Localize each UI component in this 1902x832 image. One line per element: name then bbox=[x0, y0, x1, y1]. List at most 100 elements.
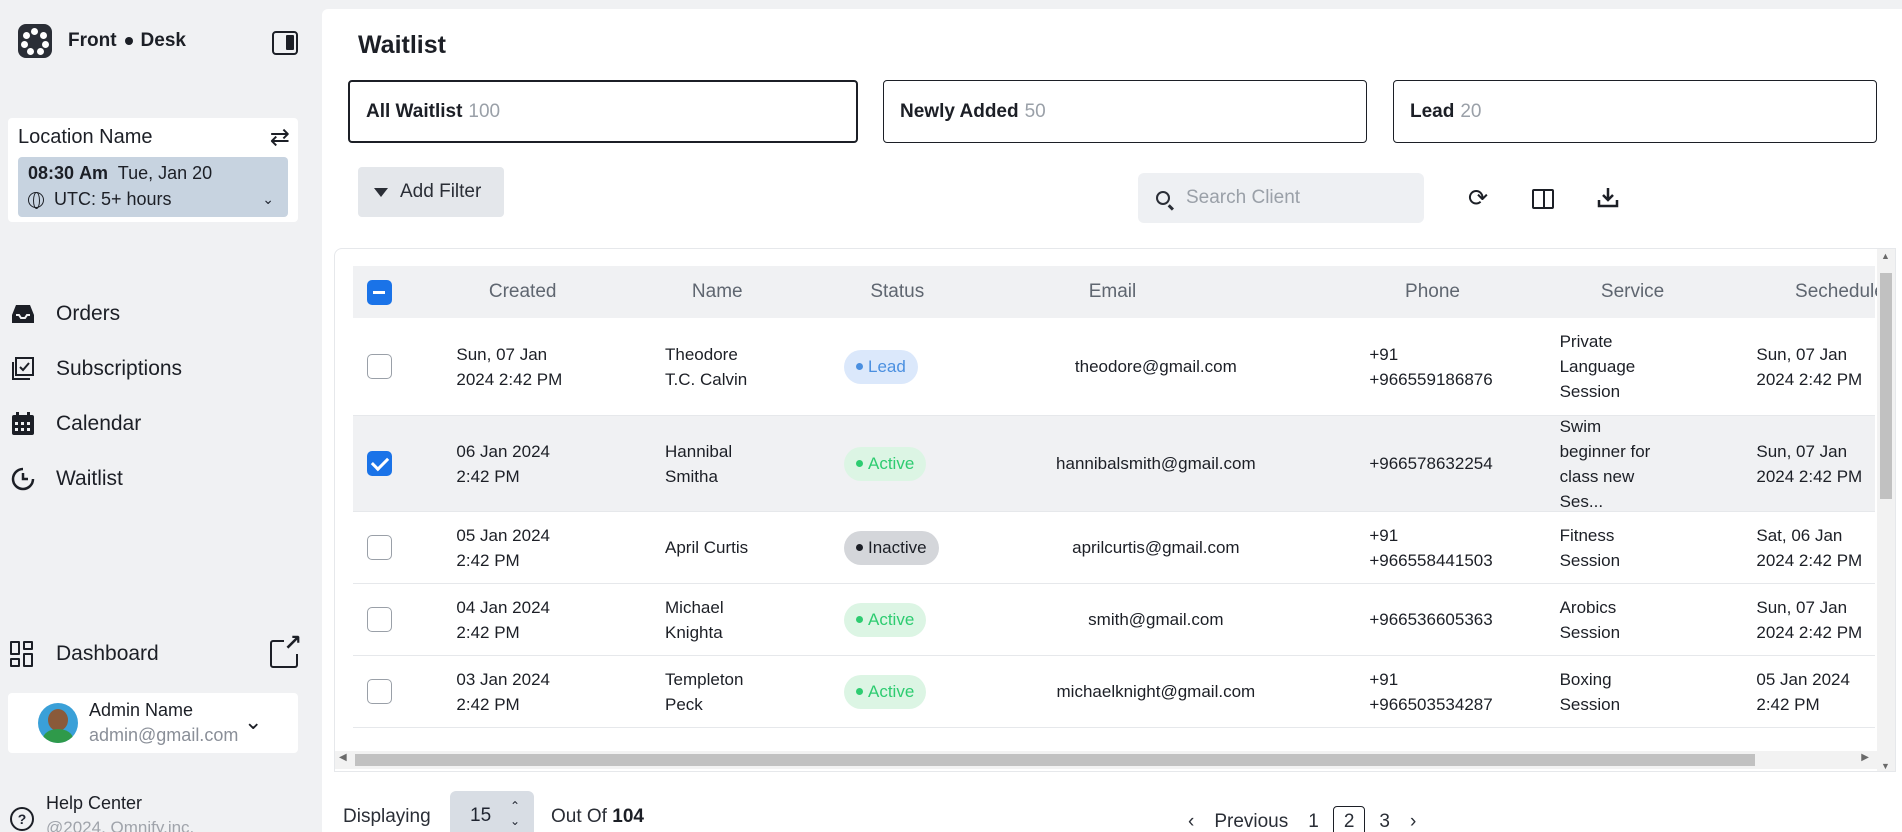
page-size-stepper[interactable]: 15 ⌃ ⌄ bbox=[450, 791, 534, 832]
stepper-arrows-icon[interactable]: ⌃ ⌄ bbox=[510, 799, 520, 829]
user-menu[interactable]: Admin Name admin@gmail.com ⌄ bbox=[8, 693, 298, 753]
external-link-icon[interactable] bbox=[270, 632, 302, 668]
sidebar-item-dashboard[interactable]: Dashboard bbox=[0, 626, 322, 681]
tab-label: Newly Added bbox=[900, 100, 1019, 122]
column-scheduled[interactable]: Secheduled bbox=[1715, 281, 1895, 303]
tab-lead[interactable]: Lead 20 bbox=[1393, 80, 1877, 143]
cell-phone: +91 +966558441503 bbox=[1369, 525, 1493, 570]
sidebar-item-calendar[interactable]: Calendar bbox=[0, 396, 322, 451]
column-email[interactable]: Email bbox=[970, 281, 1195, 303]
help-title: Help Center bbox=[46, 793, 143, 813]
globe-icon bbox=[28, 191, 44, 209]
table-row[interactable]: Sun, 07 Jan 2024 2:42 PM Theodore T.C. Ca… bbox=[353, 318, 1875, 416]
cell-phone: +91 +966503534287 bbox=[1369, 669, 1493, 714]
user-email: admin@gmail.com bbox=[89, 725, 239, 745]
chevron-down-icon[interactable]: ⌄ bbox=[262, 191, 274, 208]
row-checkbox[interactable] bbox=[367, 679, 393, 704]
select-all-checkbox[interactable] bbox=[366, 279, 392, 305]
status-badge: Active bbox=[843, 602, 927, 637]
page-1-button[interactable]: 1 bbox=[1308, 811, 1319, 832]
brand: Front Desk bbox=[18, 24, 186, 58]
filter-icon bbox=[374, 187, 388, 197]
page-3-button[interactable]: 3 bbox=[1379, 811, 1390, 832]
page-2-button[interactable]: 2 bbox=[1332, 806, 1366, 832]
row-checkbox[interactable] bbox=[367, 451, 393, 476]
refresh-icon[interactable]: ⟳ bbox=[1464, 185, 1492, 213]
cell-name: Hannibal Smitha bbox=[665, 441, 733, 486]
cell-status: Active bbox=[814, 602, 982, 637]
tab-all-waitlist[interactable]: All Waitlist 100 bbox=[348, 80, 858, 143]
cell-service: Boxing Session bbox=[1559, 669, 1621, 714]
tab-label: Lead bbox=[1410, 100, 1455, 122]
row-checkbox[interactable] bbox=[367, 535, 393, 560]
chevron-left-icon[interactable]: ‹ bbox=[1188, 811, 1194, 832]
help-center[interactable]: ? Help Center @2024, Omnify.inc. bbox=[10, 793, 194, 832]
column-phone[interactable]: Phone bbox=[1195, 281, 1510, 303]
column-created[interactable]: Created bbox=[405, 281, 610, 303]
page-size-value: 15 bbox=[470, 805, 492, 826]
sidebar-item-label: Waitlist bbox=[56, 466, 123, 490]
waitlist-icon bbox=[10, 466, 36, 492]
cell-scheduled: Sat, 06 Jan 2024 2:42 PM bbox=[1756, 525, 1863, 570]
status-badge: Active bbox=[843, 446, 927, 481]
help-icon: ? bbox=[10, 807, 34, 831]
cell-scheduled: Sun, 07 Jan 2024 2:42 PM bbox=[1756, 344, 1863, 389]
cell-scheduled: 05 Jan 2024 2:42 PM bbox=[1756, 669, 1850, 714]
sidebar-item-label: Subscriptions bbox=[56, 356, 183, 380]
cell-service: Arobics Session bbox=[1559, 597, 1621, 642]
cell-phone: +91 +966559186876 bbox=[1369, 344, 1493, 389]
swap-location-icon[interactable]: ⇄ bbox=[270, 126, 290, 150]
displaying-label: Displaying bbox=[343, 806, 431, 827]
sidebar-item-waitlist[interactable]: Waitlist bbox=[0, 451, 322, 506]
horizontal-scrollbar[interactable]: ◀ ▶ bbox=[335, 751, 1879, 769]
add-filter-label: Add Filter bbox=[400, 181, 482, 202]
search-box[interactable] bbox=[1138, 173, 1424, 223]
copyright: @2024, Omnify.inc. bbox=[46, 818, 195, 832]
dashboard-icon bbox=[10, 640, 36, 667]
add-filter-button[interactable]: Add Filter bbox=[358, 167, 504, 217]
cell-created: Sun, 07 Jan 2024 2:42 PM bbox=[456, 344, 563, 389]
columns-icon[interactable] bbox=[1532, 189, 1554, 209]
row-checkbox[interactable] bbox=[367, 354, 393, 379]
cell-service: Swim beginner for class new Ses... bbox=[1559, 416, 1651, 511]
cell-email: smith@gmail.com bbox=[1088, 610, 1224, 629]
cell-email: theodore@gmail.com bbox=[1074, 357, 1237, 376]
column-status[interactable]: Status bbox=[805, 281, 970, 303]
vertical-scrollbar[interactable]: ▲ ▼ bbox=[1877, 249, 1895, 771]
table-row[interactable]: 05 Jan 2024 2:42 PM April Curtis Inactive a… bbox=[353, 512, 1875, 584]
cell-scheduled: Sun, 07 Jan 2024 2:42 PM bbox=[1756, 441, 1863, 486]
column-name[interactable]: Name bbox=[610, 281, 805, 303]
sidebar-item-label: Orders bbox=[56, 301, 121, 325]
timezone-selector[interactable]: 08:30 Am Tue, Jan 20 UTC: 5+ hours ⌄ bbox=[18, 157, 288, 217]
cell-phone: +966536605363 bbox=[1369, 610, 1493, 629]
row-checkbox[interactable] bbox=[367, 607, 393, 632]
checklist-icon bbox=[10, 356, 36, 382]
cell-status: Inactive bbox=[814, 530, 982, 565]
cell-name: Theodore T.C. Calvin bbox=[665, 344, 748, 389]
download-icon[interactable] bbox=[1594, 185, 1622, 213]
sidebar-item-subscriptions[interactable]: Subscriptions bbox=[0, 341, 322, 396]
status-badge: Active bbox=[843, 674, 927, 709]
total-count: Out Of 104 bbox=[551, 806, 644, 827]
previous-button[interactable]: Previous bbox=[1214, 811, 1288, 832]
sidebar-item-label: Calendar bbox=[56, 411, 142, 435]
tab-newly-added[interactable]: Newly Added 50 bbox=[883, 80, 1367, 143]
chevron-right-icon[interactable]: › bbox=[1410, 811, 1416, 832]
search-input[interactable] bbox=[1186, 187, 1406, 209]
cell-name: Michael Knighta bbox=[665, 597, 724, 642]
sidebar-toggle-icon[interactable] bbox=[272, 31, 298, 55]
table-row[interactable]: 06 Jan 2024 2:42 PM Hannibal Smitha Active… bbox=[353, 416, 1875, 512]
search-icon bbox=[1156, 191, 1170, 205]
table-row[interactable]: 03 Jan 2024 2:42 PM Templeton Peck Active m… bbox=[353, 656, 1875, 728]
column-service[interactable]: Service bbox=[1510, 281, 1715, 303]
page-title: Waitlist bbox=[358, 31, 446, 59]
brand-logo-icon bbox=[18, 24, 52, 58]
cell-created: 06 Jan 2024 2:42 PM bbox=[456, 441, 550, 486]
sidebar-item-orders[interactable]: Orders bbox=[0, 286, 322, 341]
cell-name: Templeton Peck bbox=[665, 669, 744, 714]
status-badge: Lead bbox=[843, 349, 918, 384]
calendar-icon bbox=[10, 411, 36, 437]
chevron-down-icon[interactable]: ⌄ bbox=[244, 709, 262, 735]
location-card: Location Name ⇄ 08:30 Am Tue, Jan 20 UTC… bbox=[8, 118, 298, 222]
table-row[interactable]: 04 Jan 2024 2:42 PM Michael Knighta Active… bbox=[353, 584, 1875, 656]
